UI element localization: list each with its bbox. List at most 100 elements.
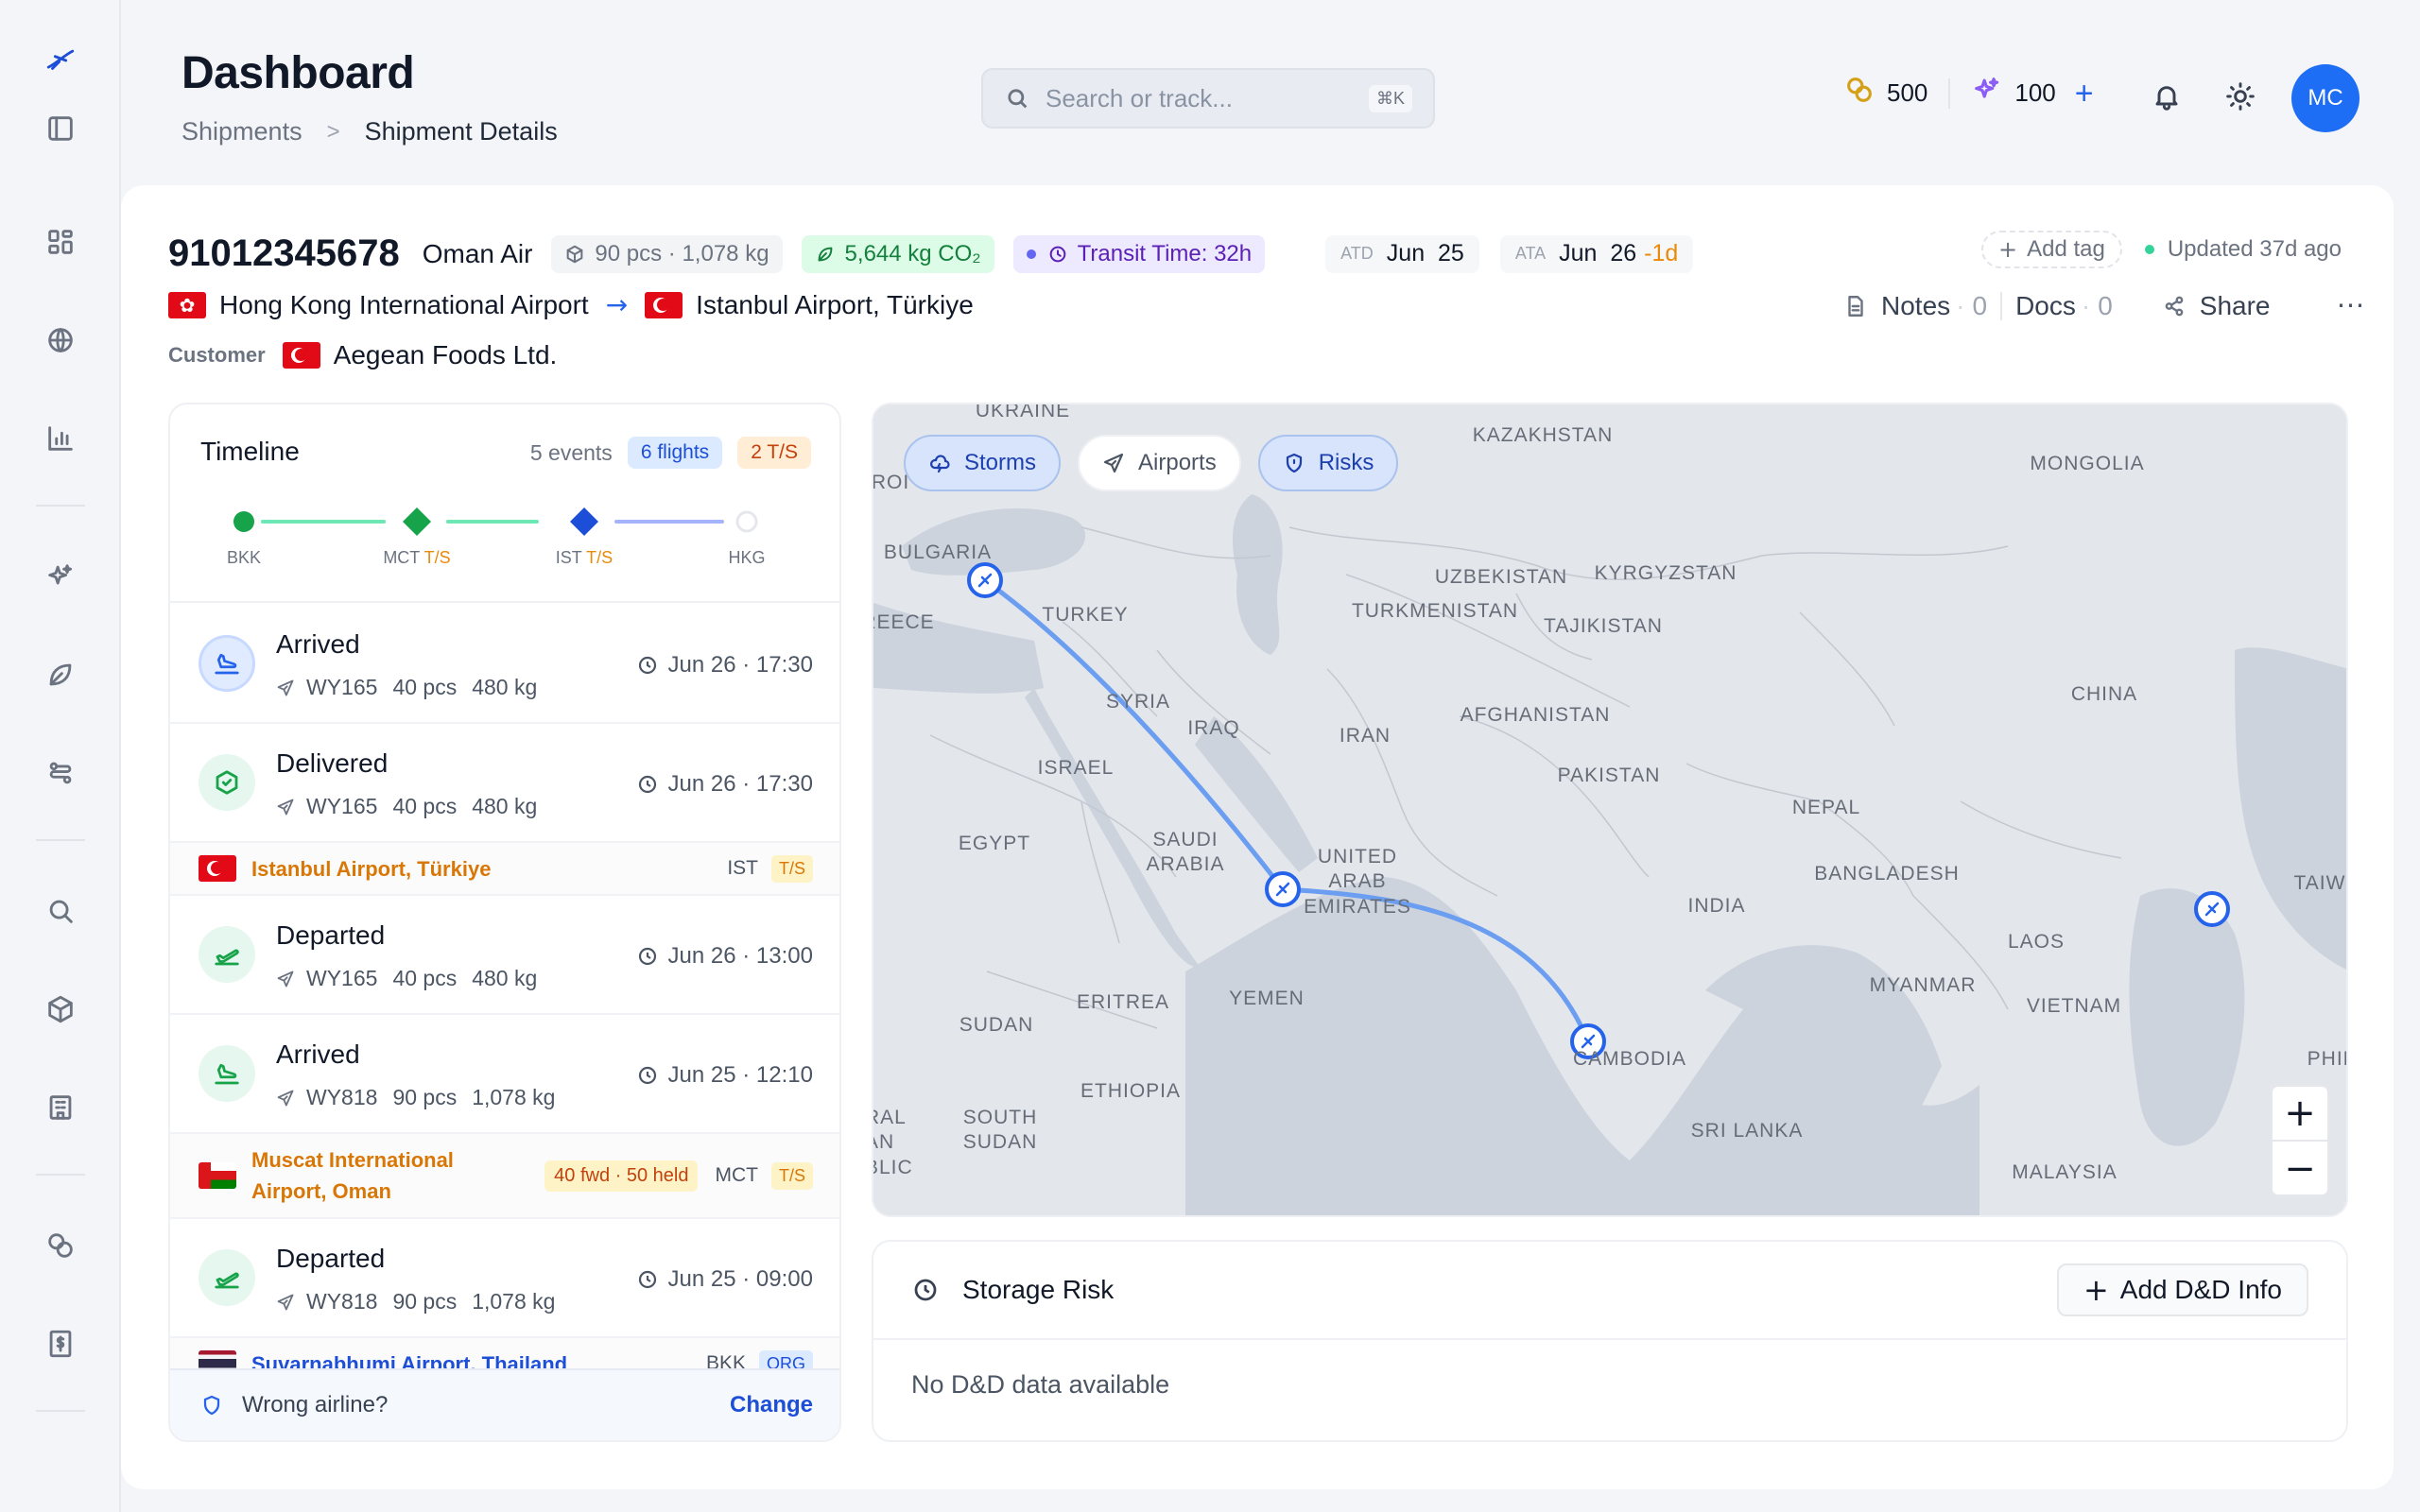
tag-area: + Add tag Updated 37d ago	[1981, 231, 2342, 268]
storms-toggle[interactable]: Storms	[904, 435, 1062, 491]
add-credits-button[interactable]: +	[2075, 77, 2094, 110]
sidebar-divider	[36, 1174, 85, 1176]
held-badge: 40 fwd · 50 held	[544, 1160, 699, 1192]
ai-sparkle-icon[interactable]	[38, 554, 83, 599]
location-code: MCT	[715, 1164, 758, 1186]
share-button[interactable]: Share	[2162, 291, 2270, 321]
location-name: Muscat International Airport, Oman	[251, 1148, 454, 1203]
bell-icon[interactable]	[2148, 77, 2186, 115]
zoom-in-button[interactable]: +	[2273, 1087, 2327, 1142]
storage-title: Storage Risk	[962, 1275, 1115, 1304]
add-tag-button[interactable]: + Add tag	[1981, 231, 2122, 268]
wrong-airline-bar: Wrong airline? Change	[170, 1368, 839, 1440]
shortcut-hint: ⌘K	[1368, 84, 1412, 112]
sidebar-divider	[36, 505, 85, 507]
plane-takeoff-icon	[199, 1249, 255, 1306]
notes-button[interactable]: Notes · 0	[1843, 291, 1987, 321]
event-weight: 480 kg	[472, 794, 538, 818]
dashboard-icon[interactable]	[38, 219, 83, 265]
building-icon[interactable]	[38, 1085, 83, 1130]
event-weight: 1,078 kg	[472, 1289, 556, 1314]
airport-marker-ist[interactable]	[967, 562, 1003, 598]
map-label: IRAQ	[1187, 717, 1240, 739]
plus-icon: +	[1998, 236, 2018, 263]
map-label: CAMBODIA	[1572, 1048, 1687, 1070]
timeline-event[interactable]: Departed WY165 40 pcs 480 kg Jun 26 · 13…	[170, 896, 839, 1015]
location-meta: 40 fwd · 50 held MCT T/S	[544, 1160, 813, 1192]
leaf-icon[interactable]	[38, 652, 83, 697]
plane-icon	[277, 971, 294, 987]
event-timestamp: Jun 26 · 17:30	[667, 771, 813, 797]
search-icon	[1008, 89, 1028, 109]
route: Hong Kong International Airport → Istanb…	[168, 289, 974, 320]
docs-button[interactable]: Docs · 0	[2015, 291, 2113, 321]
oman-flag-icon	[199, 1162, 236, 1189]
map-label: KYRGYZSTAN	[1594, 562, 1737, 584]
map-label: INDIA	[1687, 895, 1746, 917]
change-airline-link[interactable]: Change	[730, 1392, 813, 1418]
risks-toggle[interactable]: Risks	[1257, 435, 1399, 491]
map-label: PHIL	[2307, 1048, 2346, 1070]
timeline-title: Timeline	[200, 437, 300, 466]
event-status: Departed	[276, 1244, 386, 1273]
plane-icon	[277, 1294, 294, 1310]
timeline-event[interactable]: Delivered WY165 40 pcs 480 kg Jun 26 · 1…	[170, 724, 839, 843]
timeline-event[interactable]: Arrived WY818 90 pcs 1,078 kg Jun 25 · 1…	[170, 1015, 839, 1134]
search-input[interactable]	[1046, 83, 1357, 113]
timeline-location: Muscat International Airport, Oman 40 fw…	[170, 1134, 839, 1219]
airport-marker-hkg[interactable]	[2194, 891, 2230, 927]
more-options-icon[interactable]: ⋯	[2336, 289, 2364, 322]
route-map[interactable]: UKRAINE KAZAKHSTAN MONGOLIA ROI BULGARIA…	[872, 403, 2348, 1217]
search-icon[interactable]	[38, 888, 83, 934]
arrow-right-icon: →	[605, 289, 629, 320]
event-time: Jun 26 · 17:30	[636, 652, 813, 679]
timeline-event[interactable]: Departed WY818 90 pcs 1,078 kg Jun 25 · …	[170, 1219, 839, 1338]
search-bar[interactable]: ⌘K	[981, 68, 1435, 129]
invoice-icon[interactable]	[38, 1321, 83, 1366]
destination-airport: Istanbul Airport, Türkiye	[696, 289, 974, 319]
workflow-icon[interactable]	[38, 750, 83, 796]
logo-icon[interactable]	[38, 38, 83, 83]
stop-code: IST	[555, 548, 582, 567]
analytics-icon[interactable]	[38, 416, 83, 461]
zoom-out-button[interactable]: −	[2273, 1142, 2327, 1196]
map-label: YEMEN	[1229, 988, 1305, 1009]
timeline-meta: 5 events 6 flights 2 T/S	[530, 437, 811, 469]
flights-badge: 6 flights	[627, 437, 723, 469]
sun-icon[interactable]	[2221, 77, 2259, 115]
coins-icon[interactable]	[38, 1223, 83, 1268]
notes-count: 0	[1972, 290, 1988, 320]
package-icon[interactable]	[38, 987, 83, 1032]
zoom-controls: + −	[2271, 1085, 2329, 1196]
separator-dot: ·	[1956, 290, 1965, 320]
event-pieces: 40 pcs	[392, 675, 458, 699]
plane-icon	[277, 1090, 294, 1106]
map-label: SRI LANKA	[1690, 1120, 1804, 1142]
event-pieces: 90 pcs	[392, 1289, 458, 1314]
avatar[interactable]: MC	[2291, 64, 2360, 132]
storms-label: Storms	[964, 450, 1037, 475]
add-dd-info-button[interactable]: + Add D&D Info	[2056, 1263, 2308, 1316]
event-flight: WY165	[306, 675, 378, 699]
shipment-id: 91012345678	[168, 232, 400, 274]
airports-toggle[interactable]: Airports	[1078, 435, 1241, 491]
shipment-actions: Notes · 0 Docs · 0 Share ⋯	[1843, 289, 2364, 322]
atd-value: Jun 25	[1386, 240, 1464, 266]
leaf-icon	[818, 247, 832, 261]
storage-header: Storage Risk + Add D&D Info	[873, 1242, 2346, 1340]
track-segment	[261, 520, 386, 524]
sidebar	[0, 0, 121, 1512]
event-time: Jun 26 · 13:00	[636, 943, 813, 970]
stop-bkk-node	[233, 510, 255, 538]
event-details: WY818 90 pcs 1,078 kg	[276, 1289, 570, 1314]
breadcrumb-shipments[interactable]: Shipments	[182, 117, 302, 146]
coins-balance: 500	[1887, 78, 1928, 107]
status-dot	[2144, 245, 2154, 254]
map-label: VIETNAM	[2026, 995, 2122, 1017]
stop-ts: T/S	[424, 548, 451, 567]
sidebar-toggle-icon[interactable]	[38, 106, 83, 151]
airport-marker-mct[interactable]	[1265, 871, 1301, 907]
timeline-event[interactable]: Arrived WY165 40 pcs 480 kg Jun 26 · 17:…	[170, 605, 839, 724]
globe-icon[interactable]	[38, 318, 83, 363]
stop-mct-node	[402, 507, 432, 541]
